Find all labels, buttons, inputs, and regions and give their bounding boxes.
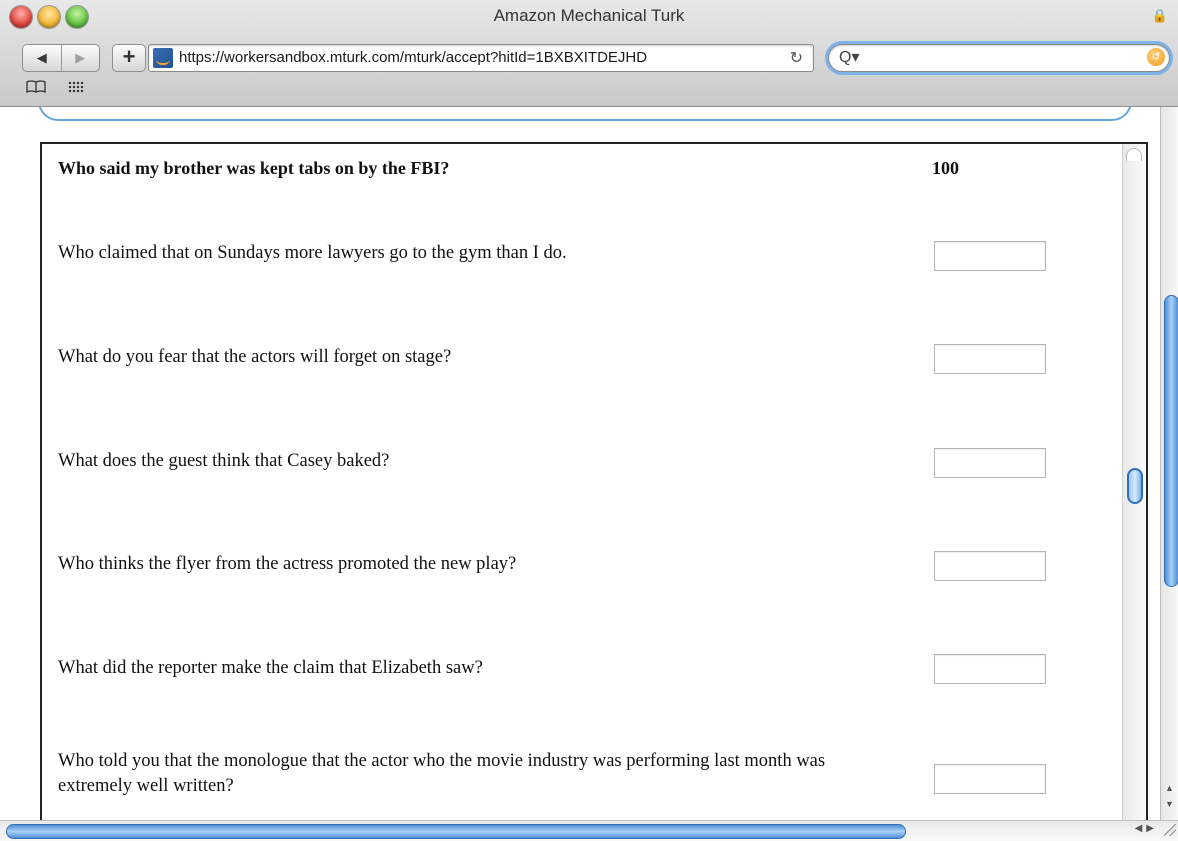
frame-vertical-scrollbar[interactable] (1122, 144, 1145, 820)
search-icon[interactable]: Q▾ (839, 47, 859, 67)
question-text: Who told you that the monologue that the… (58, 751, 826, 796)
bookmarks-book-icon[interactable] (26, 80, 46, 99)
add-bookmark-button[interactable]: + (112, 44, 146, 72)
question-text: Who claimed that on Sundays more lawyers… (58, 243, 567, 263)
page-vertical-scrollbar[interactable]: ▲ ▼ (1160, 107, 1178, 820)
horizontal-scroll-arrows-icon[interactable]: ◀▶ (1135, 823, 1158, 834)
search-snapback-icon[interactable]: ↺ (1147, 48, 1165, 66)
question-text: What do you fear that the actors will fo… (58, 347, 452, 367)
horizontal-scroll-thumb[interactable] (6, 824, 906, 839)
page-scroll-thumb[interactable] (1164, 295, 1178, 587)
title-bar: Amazon Mechanical Turk 🔒 (0, 0, 1178, 40)
bookmarks-bar (0, 76, 1178, 104)
forward-button[interactable]: ▶ (60, 45, 100, 71)
navigation-toolbar: ◀ ▶ + https://workersandbox.mturk.com/mt… (0, 40, 1178, 76)
question-text: What did the reporter make the claim tha… (58, 658, 483, 678)
answer-input-1[interactable] (934, 241, 1046, 271)
answer-input-2[interactable] (934, 344, 1046, 374)
answer-input-6[interactable] (934, 764, 1046, 794)
question-text: What does the guest think that Casey bak… (58, 451, 390, 471)
frame-scroll-thumb[interactable] (1127, 468, 1143, 504)
page-horizontal-scrollbar[interactable]: ◀▶ (0, 820, 1178, 841)
open-book-icon (26, 80, 46, 94)
scroll-down-arrow-icon[interactable]: ▼ (1165, 799, 1174, 809)
back-forward-group: ◀ ▶ (22, 44, 100, 72)
back-button[interactable]: ◀ (23, 45, 61, 71)
answer-input-3[interactable] (934, 448, 1046, 478)
question-text: Who thinks the flyer from the actress pr… (58, 554, 517, 574)
header-score: 100 (932, 158, 959, 178)
hit-question-frame: Who said my brother was kept tabs on by … (40, 142, 1148, 820)
search-field[interactable]: Q▾ ↺ (828, 44, 1170, 72)
scroll-up-arrow-icon[interactable]: ▲ (1165, 783, 1174, 793)
frame-scroll-track-cap (1126, 148, 1142, 161)
amazon-favicon-icon (153, 48, 173, 68)
address-bar[interactable]: https://workersandbox.mturk.com/mturk/ac… (148, 44, 814, 72)
answer-input-4[interactable] (934, 551, 1046, 581)
page-viewport: Who said my brother was kept tabs on by … (0, 107, 1160, 820)
window-title: Amazon Mechanical Turk (493, 6, 685, 25)
header-question: Who said my brother was kept tabs on by … (58, 158, 450, 178)
top-sites-grid-icon[interactable] (68, 81, 84, 93)
window-resize-grip-icon[interactable] (1164, 824, 1176, 836)
browser-chrome: Amazon Mechanical Turk 🔒 ◀ ▶ + https://w… (0, 0, 1178, 107)
url-text[interactable]: https://workersandbox.mturk.com/mturk/ac… (179, 49, 774, 66)
previous-panel-edge (38, 107, 1132, 121)
reload-icon[interactable]: ↻ (790, 48, 803, 68)
answer-input-5[interactable] (934, 654, 1046, 684)
lock-icon: 🔒 (1151, 8, 1168, 23)
